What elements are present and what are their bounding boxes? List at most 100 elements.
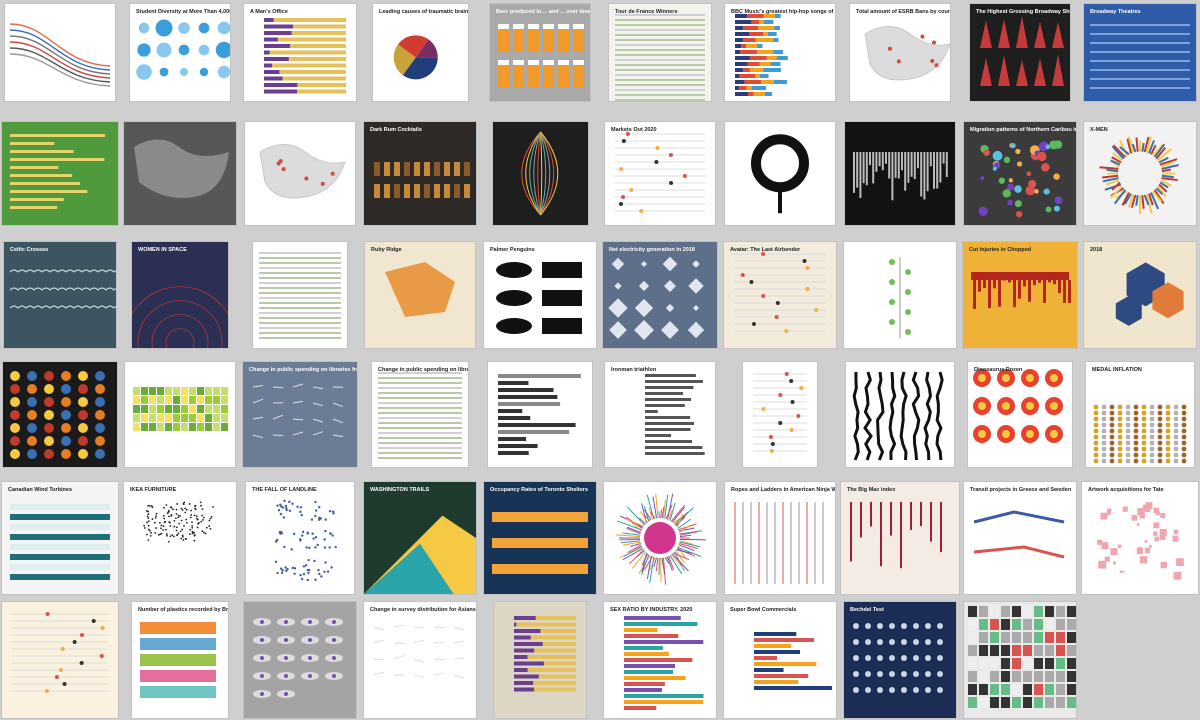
gallery-thumbnail[interactable]: THE FALL OF LANDLINE xyxy=(246,482,354,594)
medal-dot-mark xyxy=(1165,428,1171,434)
beer-foam-mark xyxy=(498,60,509,65)
pupil-mark xyxy=(260,674,264,678)
gallery-thumbnail[interactable] xyxy=(125,362,235,467)
gallery-thumbnail[interactable]: Total amount of ESRB Bans by country xyxy=(850,4,950,101)
thumbnail-graphic: The Big Mac index xyxy=(847,487,942,569)
gallery-thumbnail[interactable]: Celtic Crosses xyxy=(4,242,116,348)
medal-dot-mark xyxy=(1109,452,1115,458)
gallery-thumbnail[interactable] xyxy=(604,482,716,594)
dot-mark xyxy=(761,407,766,411)
gallery-thumbnail[interactable] xyxy=(845,122,955,225)
scatter-point-mark xyxy=(190,514,193,516)
gallery-thumbnail[interactable]: Occupancy Rates of Toronto Shelters xyxy=(484,482,596,594)
gallery-thumbnail[interactable]: Change in survey distribution for Asians… xyxy=(364,602,476,718)
mosaic-thumb-mark xyxy=(1034,697,1043,708)
thumbnail-title: Beer produced in ... and ... over time xyxy=(496,9,590,15)
gallery-thumbnail[interactable]: IKEA FURNITURE xyxy=(124,482,236,594)
mosaic-thumb-mark xyxy=(979,606,988,617)
slope-mark xyxy=(373,658,385,661)
gallery-thumbnail[interactable]: Artwork acquisitions for Tate xyxy=(1082,482,1198,594)
medal-dot-mark xyxy=(1109,440,1115,446)
gallery-thumbnail[interactable] xyxy=(743,362,817,467)
gallery-thumbnail[interactable]: Bechdel Test xyxy=(844,602,956,718)
gallery-thumbnail[interactable]: Leading causes of traumatic brain injury… xyxy=(372,4,468,101)
gallery-thumbnail[interactable]: Number of plastics recorded by Break Fre… xyxy=(132,602,228,718)
thumbnail-graphic: Net electricity generation in 2018 xyxy=(608,247,705,340)
node-mark xyxy=(905,269,911,275)
gallery-thumbnail[interactable] xyxy=(3,362,117,467)
medal-dot-mark xyxy=(1093,446,1099,452)
gallery-thumbnail[interactable]: Transit projects in Greece and Sweden xyxy=(964,482,1076,594)
gallery-thumbnail[interactable]: The Big Mac index xyxy=(841,482,959,594)
gallery-thumbnail[interactable] xyxy=(244,602,356,718)
medal-dot-mark xyxy=(1141,458,1147,464)
drip-mark xyxy=(1043,280,1046,303)
gallery-thumbnail[interactable]: The Highest Grossing Broadway Shows of A… xyxy=(970,4,1070,101)
radial-mark xyxy=(1161,168,1171,173)
circle-mark xyxy=(44,384,54,394)
medal-dot-mark xyxy=(1133,410,1139,416)
gallery-thumbnail[interactable]: BBC Music's greatest hip-hop songs of al… xyxy=(725,4,835,101)
gallery-thumbnail[interactable]: Ropes and Ladders in American Ninja Warr… xyxy=(725,482,835,594)
gallery-thumbnail[interactable]: Palmer Penguins xyxy=(484,242,596,348)
gallery-thumbnail[interactable] xyxy=(846,362,954,467)
square-mark xyxy=(1138,546,1142,551)
bar-mark xyxy=(754,680,799,684)
gallery-thumbnail[interactable]: Dark Rum Cocktails xyxy=(364,122,476,225)
gallery-thumbnail[interactable]: Broadway Theatres xyxy=(1084,4,1196,101)
gallery-thumbnail[interactable] xyxy=(2,602,118,718)
map-point-mark xyxy=(307,571,310,575)
gallery-thumbnail[interactable]: Change in public spending on libraries xyxy=(372,362,468,467)
gallery-thumbnail[interactable] xyxy=(492,122,588,225)
gallery-thumbnail[interactable] xyxy=(494,602,586,718)
gallery-thumbnail[interactable]: Dinosaurus Dozen xyxy=(968,362,1072,467)
gallery-thumbnail[interactable]: Ruby Ridge xyxy=(365,242,475,348)
gallery-thumbnail[interactable]: Migration patterns of Northern Caribou i… xyxy=(964,122,1076,225)
table-row-mark xyxy=(615,34,705,36)
gallery-thumbnail[interactable]: Tour de France Winners xyxy=(609,4,711,101)
cocktail-glass-icon xyxy=(414,162,420,176)
gallery-thumbnail[interactable] xyxy=(5,4,115,101)
mosaic-thumb-mark xyxy=(1067,632,1076,643)
gallery-thumbnail[interactable]: Ironman triathlon xyxy=(605,362,715,467)
bechdel-figure-icon xyxy=(913,655,919,661)
gallery-thumbnail[interactable] xyxy=(245,122,355,225)
row-mark xyxy=(10,134,106,137)
slope-mark xyxy=(433,672,445,676)
stack-segment-mark xyxy=(749,68,764,72)
gallery-thumbnail[interactable] xyxy=(725,122,835,225)
node-mark xyxy=(889,299,895,305)
map-point-mark xyxy=(1049,140,1059,150)
bechdel-figure-icon xyxy=(913,639,919,645)
gallery-thumbnail[interactable]: Student Diversity at More Than 4,000 Ins… xyxy=(130,4,230,101)
bar-mark xyxy=(645,446,703,449)
dot-mark xyxy=(768,435,773,439)
gallery-thumbnail[interactable]: Change in public spending on libraries f… xyxy=(243,362,357,467)
gallery-thumbnail[interactable] xyxy=(964,602,1076,718)
gallery-thumbnail[interactable]: Avatar: The Last Airbender xyxy=(724,242,836,348)
gallery-thumbnail[interactable]: 2018 xyxy=(1084,242,1196,348)
row-mark xyxy=(10,198,64,201)
gallery-thumbnail[interactable]: Beer produced in ... and ... over time xyxy=(490,4,590,101)
gallery-thumbnail[interactable] xyxy=(844,242,956,348)
gallery-thumbnail[interactable] xyxy=(253,242,347,348)
drip-mark xyxy=(983,280,986,288)
gallery-thumbnail[interactable] xyxy=(2,122,118,225)
gallery-thumbnail[interactable]: Super Bowl Commercials xyxy=(724,602,836,718)
bar-mark xyxy=(498,388,554,392)
gallery-thumbnail[interactable]: MEDAL INFLATION xyxy=(1086,362,1194,467)
map-point-mark xyxy=(326,570,330,573)
gallery-thumbnail[interactable]: X-MEN xyxy=(1084,122,1196,225)
gallery-thumbnail[interactable]: SEX RATIO BY INDUSTRY, 2020 xyxy=(604,602,716,718)
gallery-thumbnail[interactable]: WASHINGTON TRAILS xyxy=(364,482,476,594)
gallery-thumbnail[interactable]: WOMEN IN SPACE xyxy=(132,242,228,348)
gallery-thumbnail[interactable]: Net electricity generation in 2018 xyxy=(603,242,717,348)
gallery-thumbnail[interactable] xyxy=(124,122,236,225)
map-point-mark xyxy=(314,509,318,512)
gallery-thumbnail[interactable]: Canadian Wind Turbines xyxy=(2,482,118,594)
gallery-thumbnail[interactable] xyxy=(488,362,592,467)
gallery-thumbnail[interactable]: A Man's Office xyxy=(244,4,356,101)
map-point-mark xyxy=(312,537,315,540)
gallery-thumbnail[interactable]: Markets Out 2020 xyxy=(605,122,715,225)
gallery-thumbnail[interactable]: Cut injuries in Chopped xyxy=(963,242,1077,348)
